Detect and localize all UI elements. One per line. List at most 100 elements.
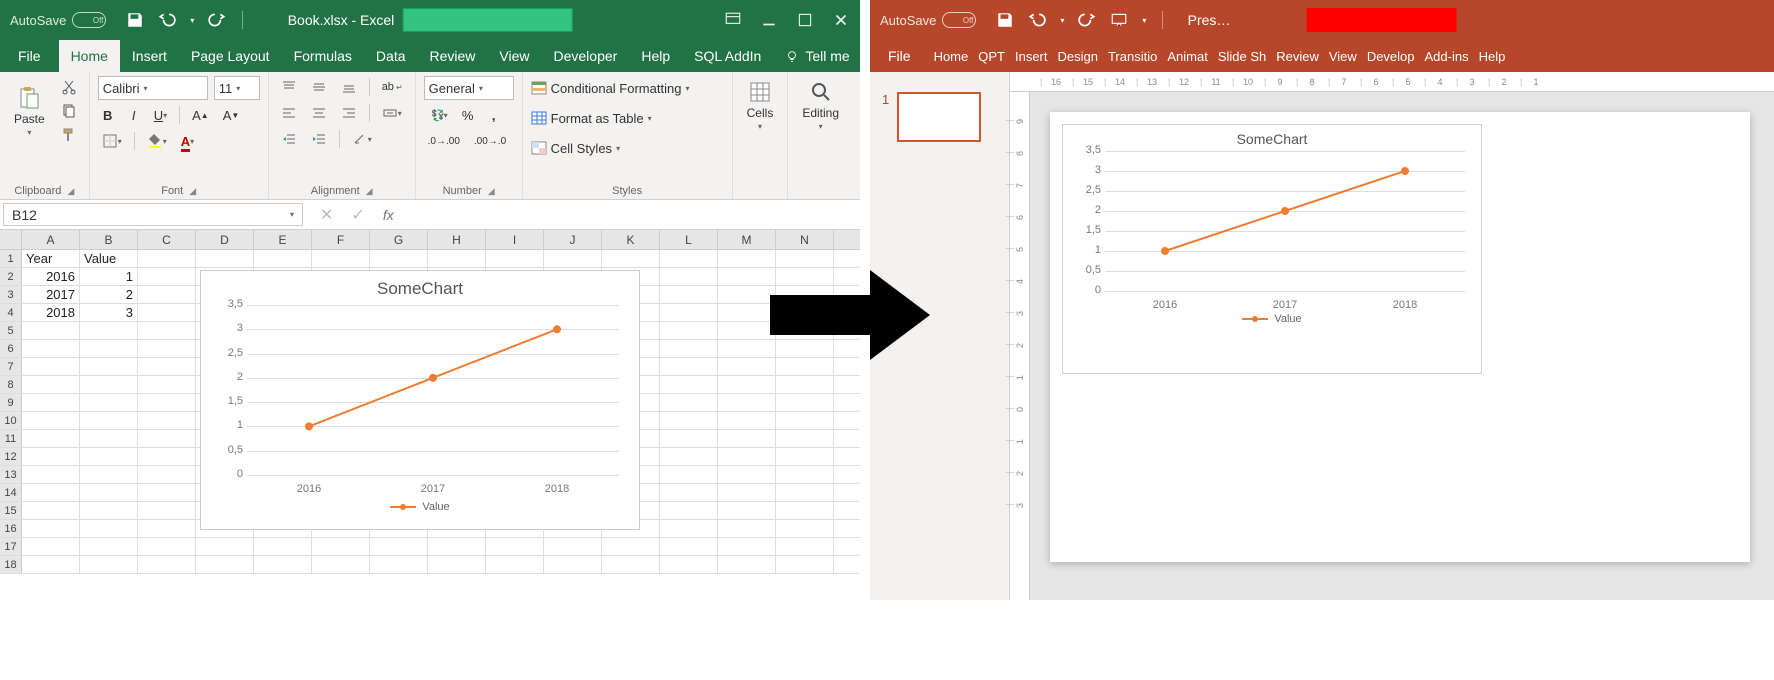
cell[interactable] xyxy=(428,250,486,267)
cell[interactable] xyxy=(80,556,138,573)
col-header[interactable]: H xyxy=(428,230,486,249)
cell[interactable]: Year xyxy=(22,250,80,267)
minimize-icon[interactable] xyxy=(760,11,778,29)
cell[interactable] xyxy=(660,502,718,519)
tab-slideshow[interactable]: Slide Sh xyxy=(1213,40,1271,72)
cell[interactable] xyxy=(196,250,254,267)
cell[interactable] xyxy=(544,250,602,267)
cell[interactable] xyxy=(138,250,196,267)
row-header[interactable]: 6 xyxy=(0,340,22,357)
undo-icon[interactable] xyxy=(1028,11,1046,29)
cell[interactable] xyxy=(486,556,544,573)
cell[interactable] xyxy=(718,412,776,429)
tab-animations[interactable]: Animat xyxy=(1162,40,1212,72)
percent-format-icon[interactable]: % xyxy=(458,104,478,126)
cell[interactable] xyxy=(22,340,80,357)
start-slideshow-icon[interactable] xyxy=(1110,11,1128,29)
tab-addins[interactable]: Add-ins xyxy=(1420,40,1474,72)
cell[interactable] xyxy=(544,538,602,555)
cell[interactable] xyxy=(718,556,776,573)
cell[interactable] xyxy=(138,268,196,285)
cell[interactable] xyxy=(138,358,196,375)
cell[interactable] xyxy=(138,502,196,519)
close-icon[interactable] xyxy=(832,11,850,29)
tab-insert[interactable]: Insert xyxy=(120,40,179,72)
autosave-toggle[interactable]: AutoSave Off xyxy=(10,12,106,28)
cell[interactable] xyxy=(138,430,196,447)
number-format-combo[interactable]: General▾ xyxy=(424,76,514,100)
col-header[interactable]: A xyxy=(22,230,80,249)
font-size-combo[interactable]: 11▾ xyxy=(214,76,260,100)
tab-help[interactable]: Help xyxy=(629,40,682,72)
row-header[interactable]: 17 xyxy=(0,538,22,555)
cell[interactable] xyxy=(22,394,80,411)
cell[interactable] xyxy=(22,358,80,375)
tab-transitions[interactable]: Transitio xyxy=(1103,40,1162,72)
slide[interactable]: SomeChart 00,511,522,533,5201620172018 V… xyxy=(1050,112,1750,562)
cell[interactable] xyxy=(776,520,834,537)
cell[interactable] xyxy=(660,250,718,267)
cell[interactable] xyxy=(22,484,80,501)
cell[interactable] xyxy=(718,520,776,537)
row-header[interactable]: 8 xyxy=(0,376,22,393)
decrease-decimal-icon[interactable]: .00→.0 xyxy=(470,130,510,152)
cell[interactable] xyxy=(428,556,486,573)
cell[interactable] xyxy=(776,358,834,375)
wrap-text-button[interactable]: ab↵ xyxy=(378,76,407,98)
cell[interactable] xyxy=(22,412,80,429)
cell[interactable] xyxy=(718,286,776,303)
underline-button[interactable]: U▾ xyxy=(150,104,171,126)
cell[interactable] xyxy=(22,376,80,393)
row-header[interactable]: 3 xyxy=(0,286,22,303)
select-all-corner[interactable] xyxy=(0,230,22,249)
cell[interactable] xyxy=(718,250,776,267)
cell[interactable] xyxy=(718,466,776,483)
maximize-icon[interactable] xyxy=(796,11,814,29)
cell[interactable] xyxy=(660,484,718,501)
cell[interactable] xyxy=(80,376,138,393)
tab-page-layout[interactable]: Page Layout xyxy=(179,40,282,72)
cell[interactable] xyxy=(718,268,776,285)
save-icon[interactable] xyxy=(126,11,144,29)
save-icon[interactable] xyxy=(996,11,1014,29)
cell[interactable] xyxy=(660,340,718,357)
cell[interactable] xyxy=(660,448,718,465)
cell[interactable] xyxy=(660,538,718,555)
col-header[interactable]: C xyxy=(138,230,196,249)
row-header[interactable]: 14 xyxy=(0,484,22,501)
tab-home[interactable]: Home xyxy=(929,40,974,72)
col-header[interactable]: G xyxy=(370,230,428,249)
tab-developer[interactable]: Develop xyxy=(1362,40,1420,72)
col-header[interactable]: M xyxy=(718,230,776,249)
cell[interactable] xyxy=(138,304,196,321)
align-middle-icon[interactable] xyxy=(307,76,331,98)
dialog-launcher-icon[interactable]: ◢ xyxy=(366,186,373,197)
col-header[interactable]: L xyxy=(660,230,718,249)
col-header[interactable]: I xyxy=(486,230,544,249)
cell[interactable] xyxy=(138,376,196,393)
cell[interactable] xyxy=(138,556,196,573)
col-header[interactable]: E xyxy=(254,230,312,249)
cell[interactable]: 3 xyxy=(80,304,138,321)
cell[interactable] xyxy=(254,556,312,573)
row-header[interactable]: 18 xyxy=(0,556,22,573)
align-top-icon[interactable] xyxy=(277,76,301,98)
cell[interactable] xyxy=(660,556,718,573)
cell[interactable]: Value xyxy=(80,250,138,267)
cell[interactable] xyxy=(718,358,776,375)
col-header[interactable]: N xyxy=(776,230,834,249)
cell[interactable] xyxy=(138,394,196,411)
cell[interactable] xyxy=(544,556,602,573)
col-header[interactable]: D xyxy=(196,230,254,249)
fill-color-icon[interactable]: ▾ xyxy=(143,130,171,152)
tell-me-search[interactable]: Tell me xyxy=(773,40,861,72)
cell[interactable] xyxy=(254,250,312,267)
row-header[interactable]: 11 xyxy=(0,430,22,447)
align-left-icon[interactable] xyxy=(277,102,301,124)
cell[interactable] xyxy=(80,430,138,447)
cell[interactable] xyxy=(22,466,80,483)
cell[interactable] xyxy=(660,286,718,303)
cell[interactable] xyxy=(22,430,80,447)
cell[interactable] xyxy=(602,250,660,267)
embedded-chart[interactable]: SomeChart 00,511,522,533,5201620172018 V… xyxy=(200,270,640,530)
